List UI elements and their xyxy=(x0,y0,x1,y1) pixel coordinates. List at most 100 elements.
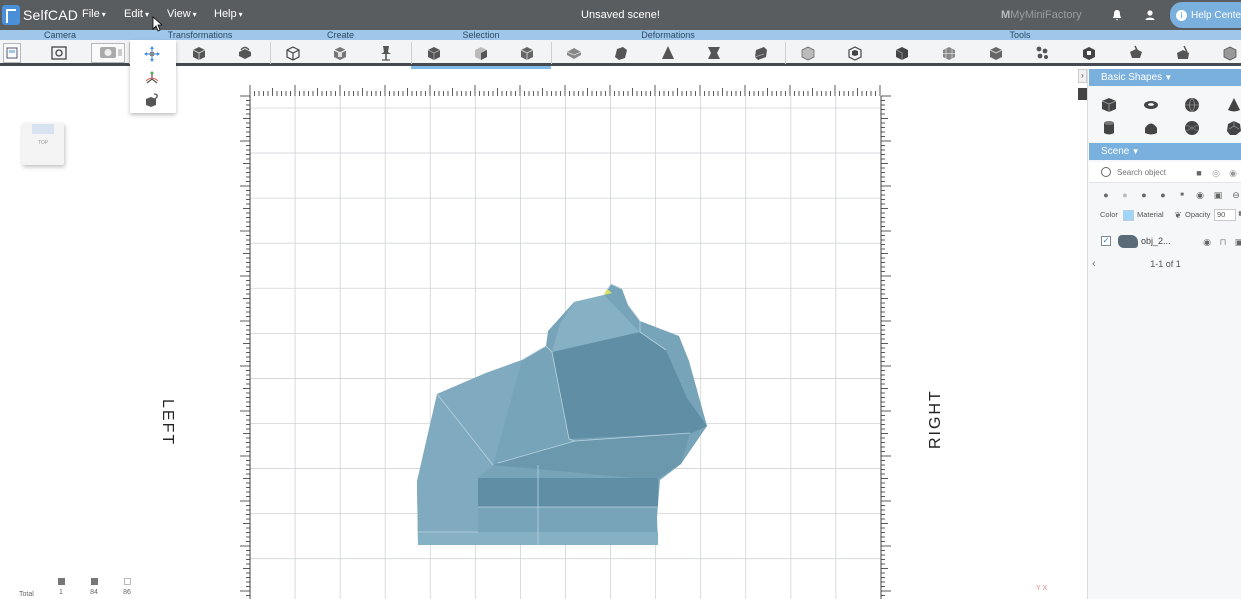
obj-group-icon[interactable]: ● xyxy=(1158,190,1168,200)
object-name[interactable]: obj_2... xyxy=(1141,236,1171,246)
group-tools: Tools xyxy=(1009,30,1031,40)
logo-text: SelfCAD xyxy=(23,7,79,23)
right-side-label: RIGHT xyxy=(927,389,944,449)
object-lock-icon[interactable]: ⊓ xyxy=(1218,237,1228,247)
group-deformations: Deformations xyxy=(641,30,695,40)
cube-shape-icon[interactable] xyxy=(1100,96,1118,114)
stat-vertices: 86 xyxy=(117,578,137,596)
deform-warp-icon[interactable] xyxy=(752,44,770,62)
tool-boolean-icon[interactable] xyxy=(799,44,817,62)
cylinder-shape-icon[interactable] xyxy=(1100,119,1118,137)
deform-taper-icon[interactable] xyxy=(612,44,630,62)
hide-all-icon[interactable]: ◎ xyxy=(1211,168,1221,178)
grid-canvas xyxy=(240,85,891,599)
color-swatch[interactable] xyxy=(1123,210,1134,221)
stat-objects: 1 xyxy=(51,578,71,596)
myminifactory-name: MyMiniFactory xyxy=(1010,9,1082,21)
obj-lock-icon[interactable]: ▣ xyxy=(1213,190,1223,200)
menu-help[interactable]: Help xyxy=(214,8,243,20)
deform-bend-icon[interactable] xyxy=(565,44,583,62)
rotate-gizmo-icon[interactable] xyxy=(143,69,161,87)
opacity-stepper-icon[interactable]: ⬍ xyxy=(1235,210,1241,220)
tool-scatter-icon[interactable] xyxy=(1033,44,1051,62)
ribbon-separator xyxy=(551,42,552,64)
group-camera: Camera xyxy=(43,30,76,40)
extrude-create-icon[interactable] xyxy=(331,44,349,62)
tool-simplify-icon[interactable] xyxy=(987,44,1005,62)
help-center-button[interactable]: i Help Center xyxy=(1170,2,1241,28)
object-visibility-icon[interactable]: ◉ xyxy=(1202,237,1212,247)
panel-collapse-button[interactable]: › xyxy=(1078,69,1087,83)
3d-viewport[interactable]: TOP LEFT RIGHT 1 84 86 Total Y X xyxy=(0,69,1087,599)
user-account-icon[interactable] xyxy=(1143,8,1157,22)
myminifactory-logo: M xyxy=(1001,9,1011,21)
camera-top-view-button[interactable] xyxy=(3,43,21,63)
material-icon[interactable]: ❦ xyxy=(1173,210,1183,220)
tool-subdivide-icon[interactable] xyxy=(940,44,958,62)
scene-model[interactable] xyxy=(417,283,707,545)
deform-twist-icon[interactable] xyxy=(705,44,723,62)
view-cube[interactable]: TOP xyxy=(22,123,64,165)
torus-shape-icon[interactable] xyxy=(1142,96,1160,114)
rotate-tool-icon[interactable] xyxy=(236,44,254,62)
notifications-icon[interactable] xyxy=(1110,8,1124,22)
camera-reset-icon[interactable] xyxy=(50,44,68,62)
move-gizmo-icon[interactable] xyxy=(143,45,161,63)
sphere-shape-icon[interactable] xyxy=(1183,96,1201,114)
tool-slice-icon[interactable] xyxy=(1174,44,1192,62)
obj-point-icon[interactable]: ■ xyxy=(1177,190,1187,200)
tool-fill-icon[interactable] xyxy=(1080,44,1098,62)
pin-create-icon[interactable] xyxy=(377,44,395,62)
material-label[interactable]: Material xyxy=(1137,210,1164,219)
object-checkbox[interactable]: ✓ xyxy=(1101,236,1111,246)
scale-gizmo-icon[interactable] xyxy=(143,91,161,109)
search-input[interactable] xyxy=(1117,165,1187,179)
object-toolbar: ● ● ● ● ■ ◉ ▣ ⊖ xyxy=(1089,187,1241,205)
scene-object-row[interactable]: ✓ obj_2... ◉ ⊓ ▣ xyxy=(1089,232,1241,252)
ribbon-separator xyxy=(785,42,786,64)
tool-cut-icon[interactable] xyxy=(1127,44,1145,62)
select-object-icon[interactable] xyxy=(472,44,490,62)
selfcad-logo[interactable]: SelfCAD xyxy=(2,4,78,26)
scene-header[interactable]: Scene xyxy=(1089,143,1241,160)
model-front-band xyxy=(478,478,658,507)
obj-more-icon[interactable]: ⊖ xyxy=(1231,190,1241,200)
tube-shape-icon[interactable] xyxy=(1142,119,1160,137)
basic-shapes-header[interactable]: Basic Shapes xyxy=(1089,69,1241,86)
faces-icon xyxy=(90,578,98,585)
group-objects-icon[interactable]: ■ xyxy=(1194,168,1204,178)
scene-pagination: 1-1 of 1 xyxy=(1150,259,1181,269)
select-edge-icon[interactable] xyxy=(518,44,536,62)
dodecahedron-shape-icon[interactable] xyxy=(1225,119,1241,137)
ribbon-toolbar xyxy=(0,40,1241,66)
box-create-icon[interactable] xyxy=(284,44,302,62)
camera-screenshot-button[interactable] xyxy=(91,43,125,63)
obj-wire-icon[interactable]: ● xyxy=(1120,190,1130,200)
tool-voxel-icon[interactable] xyxy=(1221,44,1239,62)
show-all-icon[interactable]: ◉ xyxy=(1228,168,1238,178)
tool-shell-icon[interactable] xyxy=(846,44,864,62)
menu-view[interactable]: View xyxy=(167,8,197,20)
help-center-label: Help Center xyxy=(1191,9,1241,21)
menu-edit[interactable]: Edit xyxy=(124,8,149,20)
myminifactory-link[interactable]: MMyMiniFactory xyxy=(1001,9,1082,21)
deform-cone-icon[interactable] xyxy=(659,44,677,62)
tool-solid-icon[interactable] xyxy=(893,44,911,62)
scale-tool-icon[interactable] xyxy=(190,44,208,62)
ribbon-separator xyxy=(411,42,412,64)
color-label: Color xyxy=(1100,210,1118,219)
obj-visibility-icon[interactable]: ◉ xyxy=(1195,190,1205,200)
stat-objects-value: 1 xyxy=(59,589,63,596)
obj-solid-icon[interactable]: ● xyxy=(1101,190,1111,200)
menu-file[interactable]: File xyxy=(82,8,106,20)
material-row: Color Material ❦ Opacity 90 ⬍ xyxy=(1089,206,1241,224)
ribbon-separator xyxy=(270,42,271,64)
cone-shape-icon[interactable] xyxy=(1225,96,1241,114)
scene-search: ■ ◎ ◉ xyxy=(1089,162,1241,183)
sphere-alt-shape-icon[interactable] xyxy=(1183,119,1201,137)
object-options-icon[interactable]: ▣ xyxy=(1234,237,1241,247)
select-face-icon[interactable] xyxy=(425,44,443,62)
opacity-input[interactable]: 90 xyxy=(1214,209,1236,221)
panel-resize-handle[interactable] xyxy=(1078,88,1087,100)
obj-duplicate-icon[interactable]: ● xyxy=(1139,190,1149,200)
